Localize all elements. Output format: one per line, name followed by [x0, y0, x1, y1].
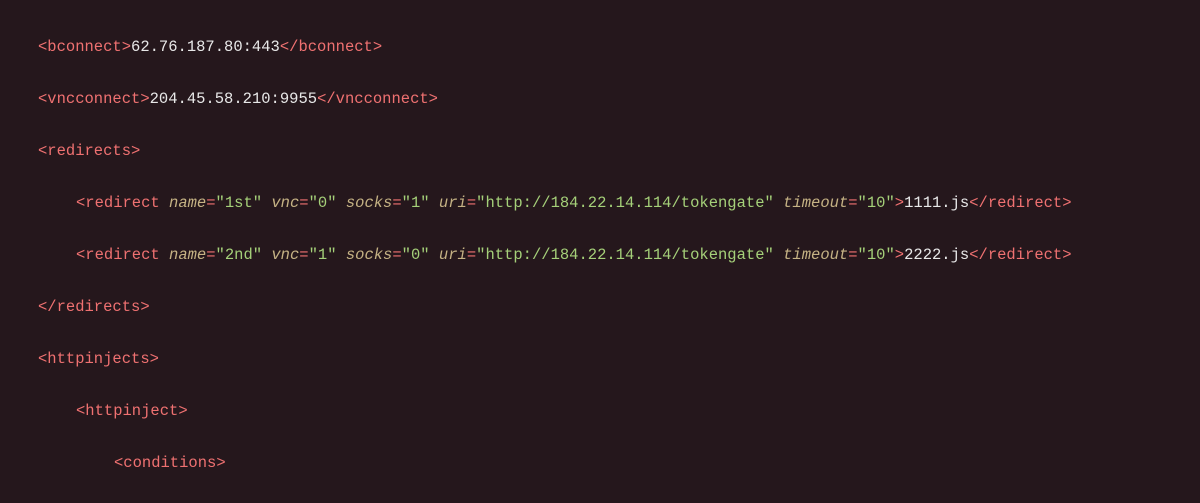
attr-name: socks [337, 194, 393, 212]
attr-value: http://184.22.14.114/tokengate [485, 246, 764, 264]
attr-value: 2nd [225, 246, 253, 264]
attr-value: 10 [867, 194, 886, 212]
attr-value: 0 [411, 246, 420, 264]
attr-name: timeout [774, 194, 848, 212]
attr-name: socks [337, 246, 393, 264]
attr-name: uri [430, 246, 467, 264]
code-line: <conditions> [0, 450, 1200, 476]
tag-open: <redirect [76, 246, 160, 264]
attr-name: vnc [262, 194, 299, 212]
attr-name: timeout [774, 246, 848, 264]
code-line: <httpinjects> [0, 346, 1200, 372]
attr-value: 1 [318, 246, 327, 264]
attr-value: 1st [225, 194, 253, 212]
attr-value: 0 [318, 194, 327, 212]
attr-name: uri [430, 194, 467, 212]
text-value: 2222.js [904, 246, 969, 264]
text-value: 1111.js [904, 194, 969, 212]
code-line: <redirects> [0, 138, 1200, 164]
attr-name: name [160, 194, 207, 212]
code-line: </redirects> [0, 294, 1200, 320]
tag-open: <vncconnect> [38, 90, 150, 108]
tag-open: <redirects> [38, 142, 140, 160]
tag-close: </vncconnect> [317, 90, 438, 108]
tag-close: </redirects> [38, 298, 150, 316]
tag-open: <redirect [76, 194, 160, 212]
code-line: <redirect name="2nd" vnc="1" socks="0" u… [0, 242, 1200, 268]
attr-value: 1 [411, 194, 420, 212]
code-line: <bconnect>62.76.187.80:443</bconnect> [0, 34, 1200, 60]
text-value: 204.45.58.210:9955 [150, 90, 317, 108]
tag-open: <httpinject> [76, 402, 188, 420]
tag-open: <httpinjects> [38, 350, 159, 368]
code-line: <vncconnect>204.45.58.210:9955</vncconne… [0, 86, 1200, 112]
tag-close: </bconnect> [280, 38, 382, 56]
code-line: <httpinject> [0, 398, 1200, 424]
text-value: 62.76.187.80:443 [131, 38, 280, 56]
attr-name: vnc [262, 246, 299, 264]
tag-close: </redirect> [969, 194, 1071, 212]
attr-value: http://184.22.14.114/tokengate [485, 194, 764, 212]
tag-close: </redirect> [969, 246, 1071, 264]
code-editor[interactable]: <bconnect>62.76.187.80:443</bconnect> <v… [0, 0, 1200, 503]
tag-open: <bconnect> [38, 38, 131, 56]
code-line: <redirect name="1st" vnc="0" socks="1" u… [0, 190, 1200, 216]
tag-open: <conditions> [114, 454, 226, 472]
attr-value: 10 [867, 246, 886, 264]
attr-name: name [160, 246, 207, 264]
